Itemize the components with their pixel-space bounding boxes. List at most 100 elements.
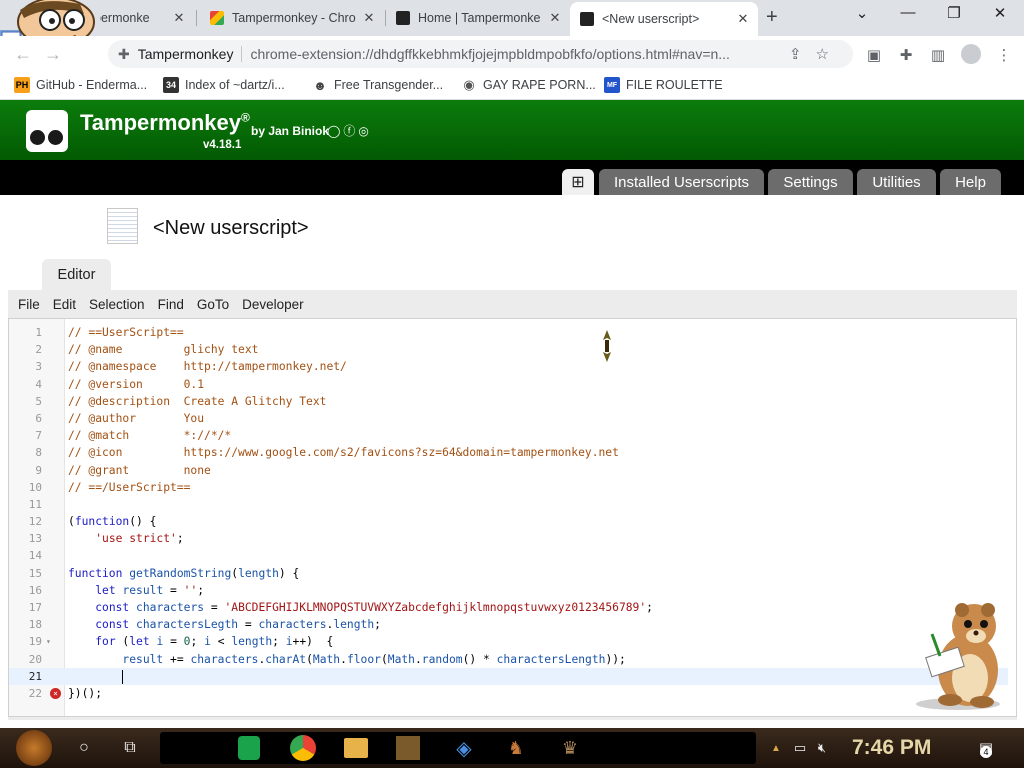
social-links-icons[interactable]: ◯ⓕ◎ — [327, 122, 372, 139]
address-bar[interactable]: ✚ Tampermonkey chrome-extension://dhdgff… — [108, 40, 853, 68]
menu-find[interactable]: Find — [158, 297, 184, 312]
help-tab[interactable]: Help — [940, 169, 1001, 195]
character-app-icon[interactable]: ♞ — [502, 734, 530, 762]
tab-close-icon[interactable]: ✕ — [170, 10, 188, 26]
tab-close-icon[interactable]: ✕ — [734, 11, 752, 27]
fold-arrow-icon[interactable]: ▾ — [46, 633, 51, 650]
tab-close-icon[interactable]: ✕ — [546, 10, 564, 26]
notification-count-badge: 4 — [980, 746, 992, 758]
line-number: 20 — [28, 652, 42, 666]
cube-app-icon[interactable]: ◈ — [450, 734, 478, 762]
start-button-icon[interactable] — [16, 730, 52, 766]
bookmark-file-roulette[interactable]: MF FILE ROULETTE — [604, 77, 723, 93]
editor-tab[interactable]: Editor — [42, 259, 111, 290]
forward-arrow-icon[interactable]: → — [44, 44, 62, 65]
code-line[interactable]: 21 — [9, 667, 1008, 685]
code-text: // @name glichy text — [68, 343, 259, 357]
kebab-menu-icon[interactable]: ⋮ — [995, 46, 1013, 64]
app-name: Tampermonkey® — [80, 110, 250, 135]
code-line[interactable]: 5 // @description Create A Glitchy Text — [35, 393, 1008, 410]
code-line[interactable]: 4 // @version 0.1 — [35, 376, 1008, 393]
editor-panel: File Edit Selection Find GoTo Developer … — [8, 290, 1017, 720]
file-explorer-icon[interactable] — [344, 738, 368, 758]
code-lines[interactable]: 1// ==UserScript== 2 // @name glichy text 3… — [9, 324, 1008, 702]
back-arrow-icon[interactable]: ← — [14, 44, 32, 65]
windows-taskbar: ○ ⧉ ◈ ♞ ♛ ▲ ▭ 🔇︎ 7:46 PM ▤ 4 — [0, 728, 1024, 768]
code-line[interactable]: 17 const characters = 'ABCDEFGHIJKLMNOPQ… — [29, 599, 1008, 616]
tab-search-button[interactable]: ⌄ — [842, 4, 882, 22]
omnibox-extension-name: Tampermonkey — [137, 46, 234, 62]
bookmark-github[interactable]: PH GitHub - Enderma... — [14, 77, 147, 93]
taskbar-clock[interactable]: 7:46 PM — [852, 736, 931, 760]
settings-tab[interactable]: Settings — [768, 169, 853, 195]
tab-separator — [196, 10, 197, 26]
error-icon[interactable]: × — [50, 687, 61, 699]
line-number: 10 — [28, 480, 42, 494]
code-text: // @grant none — [68, 463, 211, 477]
tab-title: Tampermonkey - Chro — [232, 11, 356, 25]
code-line[interactable]: 13 'use strict'; — [29, 530, 1008, 547]
bookmark-globe-site[interactable]: ◉ GAY RAPE PORN... — [461, 77, 595, 93]
side-panel-icon[interactable]: ▥ — [929, 46, 947, 64]
code-line[interactable]: 19 ▾ for (let i = 0; i < length; i++) { — [29, 633, 1008, 650]
menu-selection[interactable]: Selection — [89, 297, 145, 312]
code-line[interactable]: 22 ×})(); — [29, 685, 1008, 702]
line-number: 1 — [35, 326, 42, 339]
code-line[interactable]: 1 // ==UserScript== — [35, 324, 1008, 341]
bookmark-index-of-dartz[interactable]: 34 Index of ~dartz/i... — [163, 77, 285, 93]
line-number: 2 — [35, 343, 42, 357]
minimize-button[interactable]: — — [888, 4, 928, 21]
omnibox-url[interactable]: chrome-extension://dhdgffkkebhmkfjojejmp… — [250, 46, 780, 62]
profile-avatar-icon[interactable] — [961, 44, 981, 64]
code-line[interactable]: 7 // @match *://*/* — [35, 427, 1008, 444]
code-line[interactable]: 15 function getRandomString(length) { — [29, 565, 1008, 582]
bookmark-free-trans[interactable]: ☻ Free Transgender... — [312, 77, 443, 93]
tampermonkey-extension-icon[interactable]: ▣ — [865, 46, 883, 64]
resize-handle-icon[interactable] — [603, 330, 611, 362]
menu-developer[interactable]: Developer — [242, 297, 304, 312]
line-number: 6 — [35, 411, 42, 425]
code-line[interactable]: 11 — [29, 496, 1008, 513]
code-text: for (let i = 0; i < length; i++) { — [95, 635, 334, 649]
menu-goto[interactable]: GoTo — [197, 297, 229, 312]
editor-menubar: File Edit Selection Find GoTo Developer — [8, 290, 1017, 318]
chrome-icon[interactable] — [290, 735, 316, 761]
installed-userscripts-tab[interactable]: Installed Userscripts — [599, 169, 764, 195]
restore-button[interactable]: ❐ — [934, 4, 974, 22]
tab-close-icon[interactable]: ✕ — [360, 10, 378, 26]
menu-edit[interactable]: Edit — [53, 297, 76, 312]
code-line[interactable]: 6 // @author You — [35, 410, 1008, 427]
script-file-icon — [107, 208, 138, 244]
browser-tab-new-userscript[interactable]: <New userscript> ✕ — [570, 2, 758, 36]
task-view-icon[interactable]: ⧉ — [116, 734, 144, 762]
cortana-circle-icon[interactable]: ○ — [70, 734, 98, 762]
code-line[interactable]: 12 (function() { — [29, 513, 1008, 530]
code-line[interactable]: 10 // ==/UserScript== — [29, 479, 1008, 496]
code-line[interactable]: 2 // @name glichy text — [35, 341, 1008, 358]
volume-muted-icon[interactable]: 🔇︎ — [808, 734, 836, 762]
utilities-tab[interactable]: Utilities — [857, 169, 936, 195]
code-line[interactable]: 18 const charactersLegth = characters.le… — [29, 616, 1008, 633]
new-script-tab[interactable]: ⊞ — [562, 169, 594, 195]
line-number: 12 — [28, 515, 42, 529]
code-line[interactable]: 16 let result = ''; — [29, 582, 1008, 599]
code-line[interactable]: 3 // @namespace http://tampermonkey.net/ — [35, 358, 1008, 375]
extensions-puzzle-icon[interactable]: ✚ — [897, 46, 915, 64]
numbered-favicon-icon: 34 — [163, 77, 179, 93]
code-line[interactable]: 9 // @grant none — [35, 462, 1008, 479]
close-window-button[interactable]: ✕ — [980, 4, 1020, 22]
browser-tab-home-tampermonkey[interactable]: Home | Tampermonke ✕ — [386, 4, 570, 32]
script-title-area: <New userscript> Editor — [0, 195, 1024, 290]
menu-file[interactable]: File — [18, 297, 40, 312]
new-tab-button[interactable]: + — [766, 6, 778, 29]
code-line[interactable]: 20 result += characters.charAt(Math.floo… — [29, 651, 1008, 668]
line-number: 19 — [28, 635, 42, 649]
code-line[interactable]: 8 // @icon https://www.google.com/s2/favi… — [35, 444, 1008, 461]
browser-tab-chrome-web-store[interactable]: Tampermonkey - Chro ✕ — [200, 4, 384, 32]
app-icon[interactable] — [396, 736, 420, 760]
tiger-app-icon[interactable]: ♛ — [556, 734, 584, 762]
code-editor[interactable]: 1// ==UserScript== 2 // @name glichy text 3… — [8, 318, 1017, 717]
google-chat-icon[interactable] — [238, 736, 260, 760]
share-star-icons[interactable]: ⇪☆ — [789, 45, 843, 63]
code-line[interactable]: 14 — [29, 547, 1008, 564]
